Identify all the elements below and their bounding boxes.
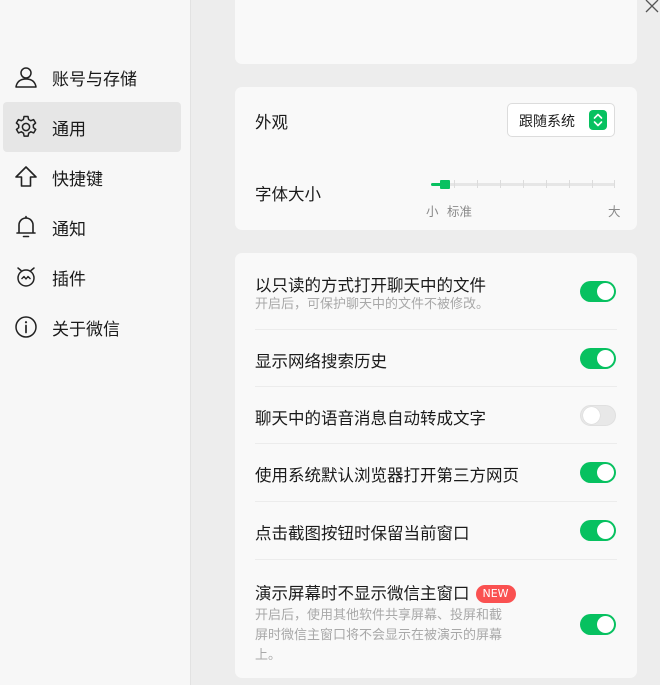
font-size-large-label: 大 — [608, 204, 621, 219]
setting-description: 开启后，可保护聊天中的文件不被修改。 — [255, 297, 490, 312]
toggle-knob — [597, 464, 614, 481]
setting-row-readonly-files: 以只读的方式打开聊天中的文件 开启后，可保护聊天中的文件不被修改。 — [235, 253, 637, 330]
bell-icon — [13, 214, 39, 240]
info-icon — [13, 314, 39, 340]
setting-label: 演示屏幕时不显示微信主窗口 NEW — [255, 580, 516, 604]
setting-row-screenshot-window: 点击截图按钮时保留当前窗口 — [235, 502, 637, 560]
updown-arrows-icon — [589, 110, 607, 130]
settings-card: 以只读的方式打开聊天中的文件 开启后，可保护聊天中的文件不被修改。 显示网络搜索… — [235, 253, 637, 678]
font-size-small-label: 小 — [426, 204, 439, 219]
font-size-standard-label: 标准 — [447, 204, 473, 219]
slider-tick — [569, 180, 570, 188]
plugin-icon — [13, 264, 39, 290]
toggle-screenshot-window[interactable] — [580, 520, 616, 541]
sidebar-item-label: 通知 — [52, 219, 86, 240]
slider-tick — [454, 180, 455, 188]
sidebar-item-general[interactable]: 通用 — [3, 102, 181, 152]
slider-tick — [523, 180, 524, 188]
user-icon — [13, 64, 39, 90]
close-icon — [645, 0, 659, 13]
toggle-system-browser[interactable] — [580, 462, 616, 483]
slider-thumb[interactable] — [440, 180, 450, 189]
setting-label-text: 演示屏幕时不显示微信主窗口 — [255, 584, 470, 603]
sidebar-item-label: 账号与存储 — [52, 69, 137, 90]
sidebar-item-about[interactable]: 关于微信 — [3, 302, 181, 352]
setting-row-voice-to-text: 聊天中的语音消息自动转成文字 — [235, 387, 637, 444]
appearance-select[interactable]: 跟随系统 — [507, 103, 615, 137]
sidebar: 账号与存储 通用 快捷键 通知 插件 关于微信 — [0, 0, 191, 685]
slider-tick — [477, 180, 478, 188]
scrolled-card — [235, 0, 637, 64]
gear-icon — [13, 114, 39, 140]
setting-label: 以只读的方式打开聊天中的文件 — [255, 276, 486, 295]
sidebar-item-notifications[interactable]: 通知 — [3, 202, 181, 252]
setting-row-presentation-mode: 演示屏幕时不显示微信主窗口 NEW 开启后，使用其他软件共享屏幕、投屏和截 屏时微… — [235, 560, 637, 678]
setting-description-line: 上。 — [255, 648, 282, 663]
close-button[interactable] — [642, 0, 660, 14]
sidebar-item-shortcuts[interactable]: 快捷键 — [3, 152, 181, 202]
sidebar-item-label: 插件 — [52, 269, 86, 290]
slider-tick — [592, 180, 593, 188]
setting-description-line: 屏时微信主窗口将不会显示在被演示的屏幕 — [255, 628, 503, 643]
appearance-card: 外观 跟随系统 字体大小 小 标准 大 — [235, 87, 637, 230]
sidebar-item-plugins[interactable]: 插件 — [3, 252, 181, 302]
toggle-knob — [583, 407, 600, 424]
toggle-presentation-mode[interactable] — [580, 614, 616, 635]
slider-tick — [500, 180, 501, 188]
toggle-knob — [597, 283, 614, 300]
appearance-label: 外观 — [255, 113, 288, 132]
setting-label: 显示网络搜索历史 — [255, 352, 387, 371]
toggle-knob — [597, 522, 614, 539]
sidebar-item-label: 快捷键 — [52, 169, 103, 190]
setting-label: 使用系统默认浏览器打开第三方网页 — [255, 466, 519, 485]
slider-tick — [546, 180, 547, 188]
setting-description-line: 开启后，使用其他软件共享屏幕、投屏和截 — [255, 608, 503, 623]
setting-label: 聊天中的语音消息自动转成文字 — [255, 409, 486, 428]
sidebar-item-account-storage[interactable]: 账号与存储 — [3, 52, 181, 102]
new-badge: NEW — [475, 585, 516, 603]
toggle-search-history[interactable] — [580, 348, 616, 369]
slider-tick — [614, 180, 615, 188]
setting-row-system-browser: 使用系统默认浏览器打开第三方网页 — [235, 444, 637, 502]
font-size-slider[interactable] — [431, 179, 615, 189]
arrow-up-icon — [13, 164, 39, 190]
toggle-knob — [597, 350, 614, 367]
toggle-readonly-files[interactable] — [580, 281, 616, 302]
font-size-label: 字体大小 — [255, 185, 321, 204]
setting-row-search-history: 显示网络搜索历史 — [235, 330, 637, 387]
sidebar-item-label: 通用 — [52, 119, 86, 140]
setting-label: 点击截图按钮时保留当前窗口 — [255, 524, 470, 543]
toggle-knob — [597, 616, 614, 633]
toggle-voice-to-text[interactable] — [580, 405, 616, 426]
sidebar-item-label: 关于微信 — [52, 319, 120, 340]
appearance-select-value: 跟随系统 — [519, 114, 575, 130]
